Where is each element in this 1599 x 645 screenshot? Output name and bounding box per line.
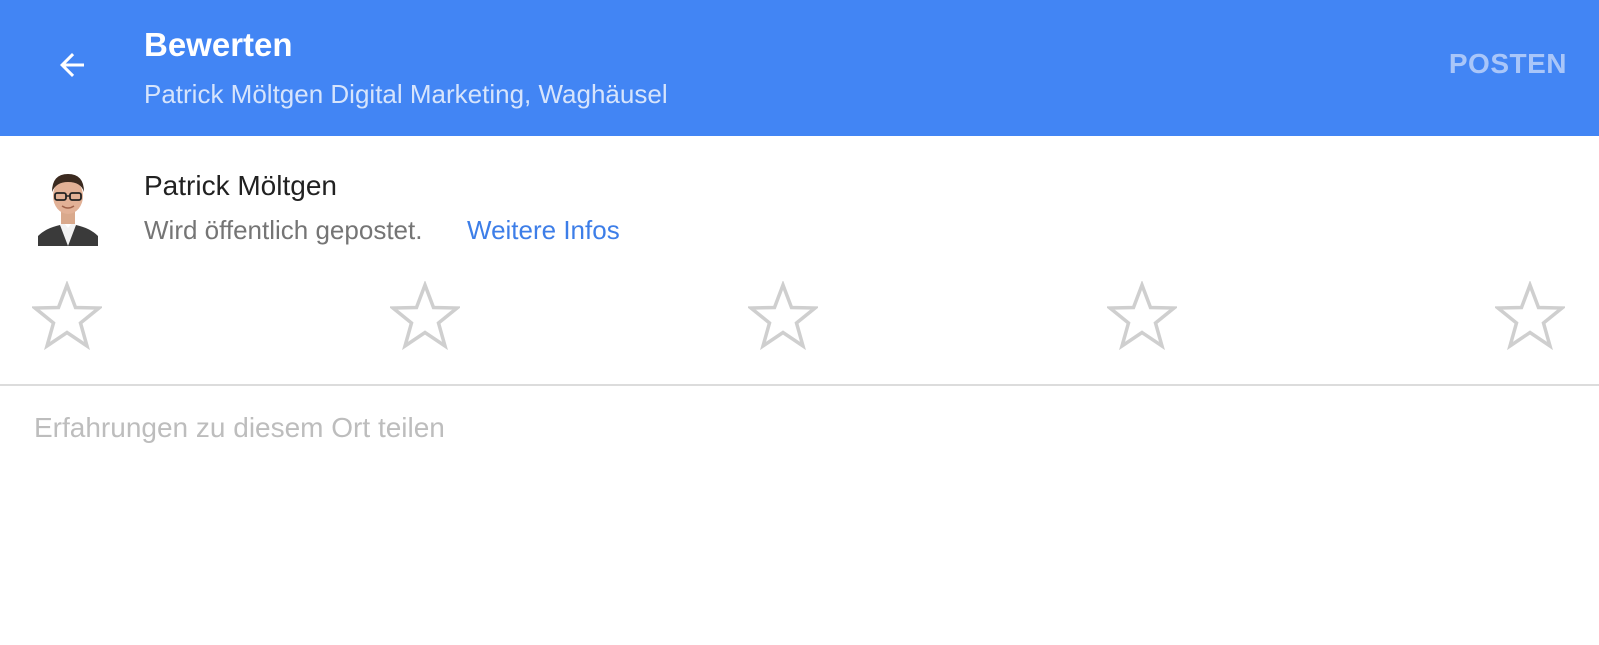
user-name: Patrick Möltgen [144,170,337,201]
rating-star-4[interactable] [1105,280,1179,351]
star-outline-icon [1105,280,1179,351]
page-title: Bewerten [144,26,293,63]
avatar [38,166,98,246]
app-bar: Bewerten Patrick Möltgen Digital Marketi… [0,0,1599,136]
star-outline-icon [30,280,104,351]
star-outline-icon [388,280,462,351]
rating-star-5[interactable] [1493,280,1567,351]
rating-star-2[interactable] [388,280,462,351]
review-text-input[interactable] [34,400,1564,612]
back-button[interactable] [44,37,100,93]
rating-star-1[interactable] [30,280,104,351]
visibility-note: Wird öffentlich gepostet. [144,215,423,245]
more-info-link[interactable]: Weitere Infos [467,215,620,246]
divider [0,384,1599,386]
avatar-photo [38,166,98,246]
place-subtitle: Patrick Möltgen Digital Marketing, Waghä… [144,79,668,109]
post-button[interactable]: POSTEN [1449,48,1567,80]
arrow-left-icon [60,53,84,77]
star-outline-icon [746,280,820,351]
rating-star-3[interactable] [746,280,820,351]
star-outline-icon [1493,280,1567,351]
